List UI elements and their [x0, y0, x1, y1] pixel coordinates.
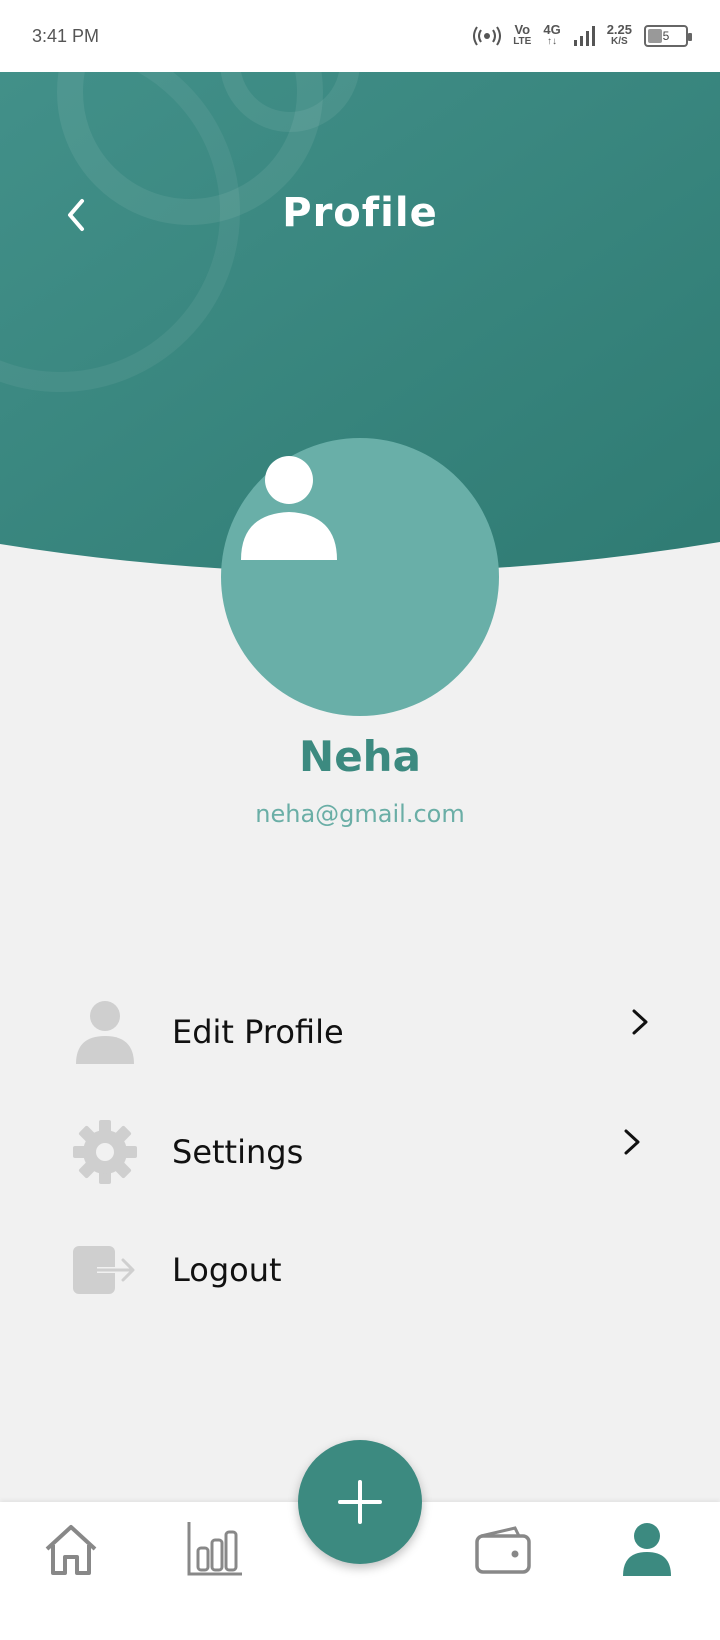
chart-icon	[187, 1522, 242, 1576]
nav-profile[interactable]	[612, 1514, 682, 1584]
profile-icon	[623, 1523, 671, 1576]
menu-item-settings[interactable]: Settings	[70, 1112, 660, 1192]
avatar[interactable]	[221, 438, 499, 716]
logout-icon	[70, 1235, 140, 1305]
person-icon	[70, 997, 140, 1067]
home-icon	[45, 1525, 97, 1575]
page-title: Profile	[282, 190, 438, 236]
person-icon	[241, 456, 337, 560]
net-speed: 2.25 K/S	[606, 22, 632, 47]
status-icons: Vo LTE 4G ↑↓ 2.25 K/S 5	[473, 22, 692, 48]
volte-indicator: Vo LTE	[513, 22, 532, 47]
status-time: 3:41 PM	[32, 25, 100, 46]
status-bar: 3:41 PM Vo LTE 4G ↑↓ 2.25 K/S 5	[0, 0, 720, 72]
menu-item-logout[interactable]: Logout	[70, 1230, 660, 1310]
network-gen: 4G ↑↓	[543, 22, 561, 47]
nav-stats[interactable]	[180, 1514, 250, 1584]
menu-item-edit-profile[interactable]: Edit Profile	[70, 992, 660, 1072]
signal-icon	[573, 26, 595, 46]
nav-wallet[interactable]	[468, 1514, 538, 1584]
menu-item-label: Edit Profile	[172, 1013, 344, 1051]
chevron-right-icon	[620, 992, 660, 1052]
plus-icon	[338, 1480, 382, 1524]
wallet-icon	[475, 1526, 531, 1574]
gear-icon	[70, 1117, 140, 1187]
add-button[interactable]	[298, 1440, 422, 1564]
menu-item-label: Logout	[172, 1251, 282, 1289]
battery-icon: 5	[644, 25, 692, 47]
chevron-right-icon	[612, 1112, 652, 1172]
hotspot-icon	[473, 26, 502, 46]
menu-item-label: Settings	[172, 1133, 304, 1171]
nav-home[interactable]	[36, 1514, 106, 1584]
user-email: neha@gmail.com	[255, 800, 465, 828]
user-name: Neha	[299, 732, 421, 781]
